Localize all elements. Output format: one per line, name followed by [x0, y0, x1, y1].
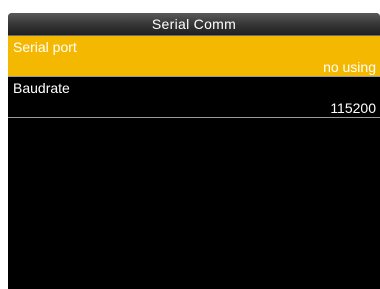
menu-item-serial-port[interactable]: Serial port no using	[8, 36, 380, 76]
menu-item-baudrate[interactable]: Baudrate 115200	[8, 77, 380, 117]
menu-item-value: 115200	[330, 100, 376, 116]
screen-title: Serial Comm	[8, 13, 380, 36]
menu-item-label: Serial port	[13, 39, 77, 55]
menu-item-label: Baudrate	[13, 80, 70, 96]
menu-item-value: no using	[323, 59, 376, 75]
device-screen: Serial Comm Serial port no using Baudrat…	[8, 13, 380, 289]
divider	[8, 117, 380, 118]
